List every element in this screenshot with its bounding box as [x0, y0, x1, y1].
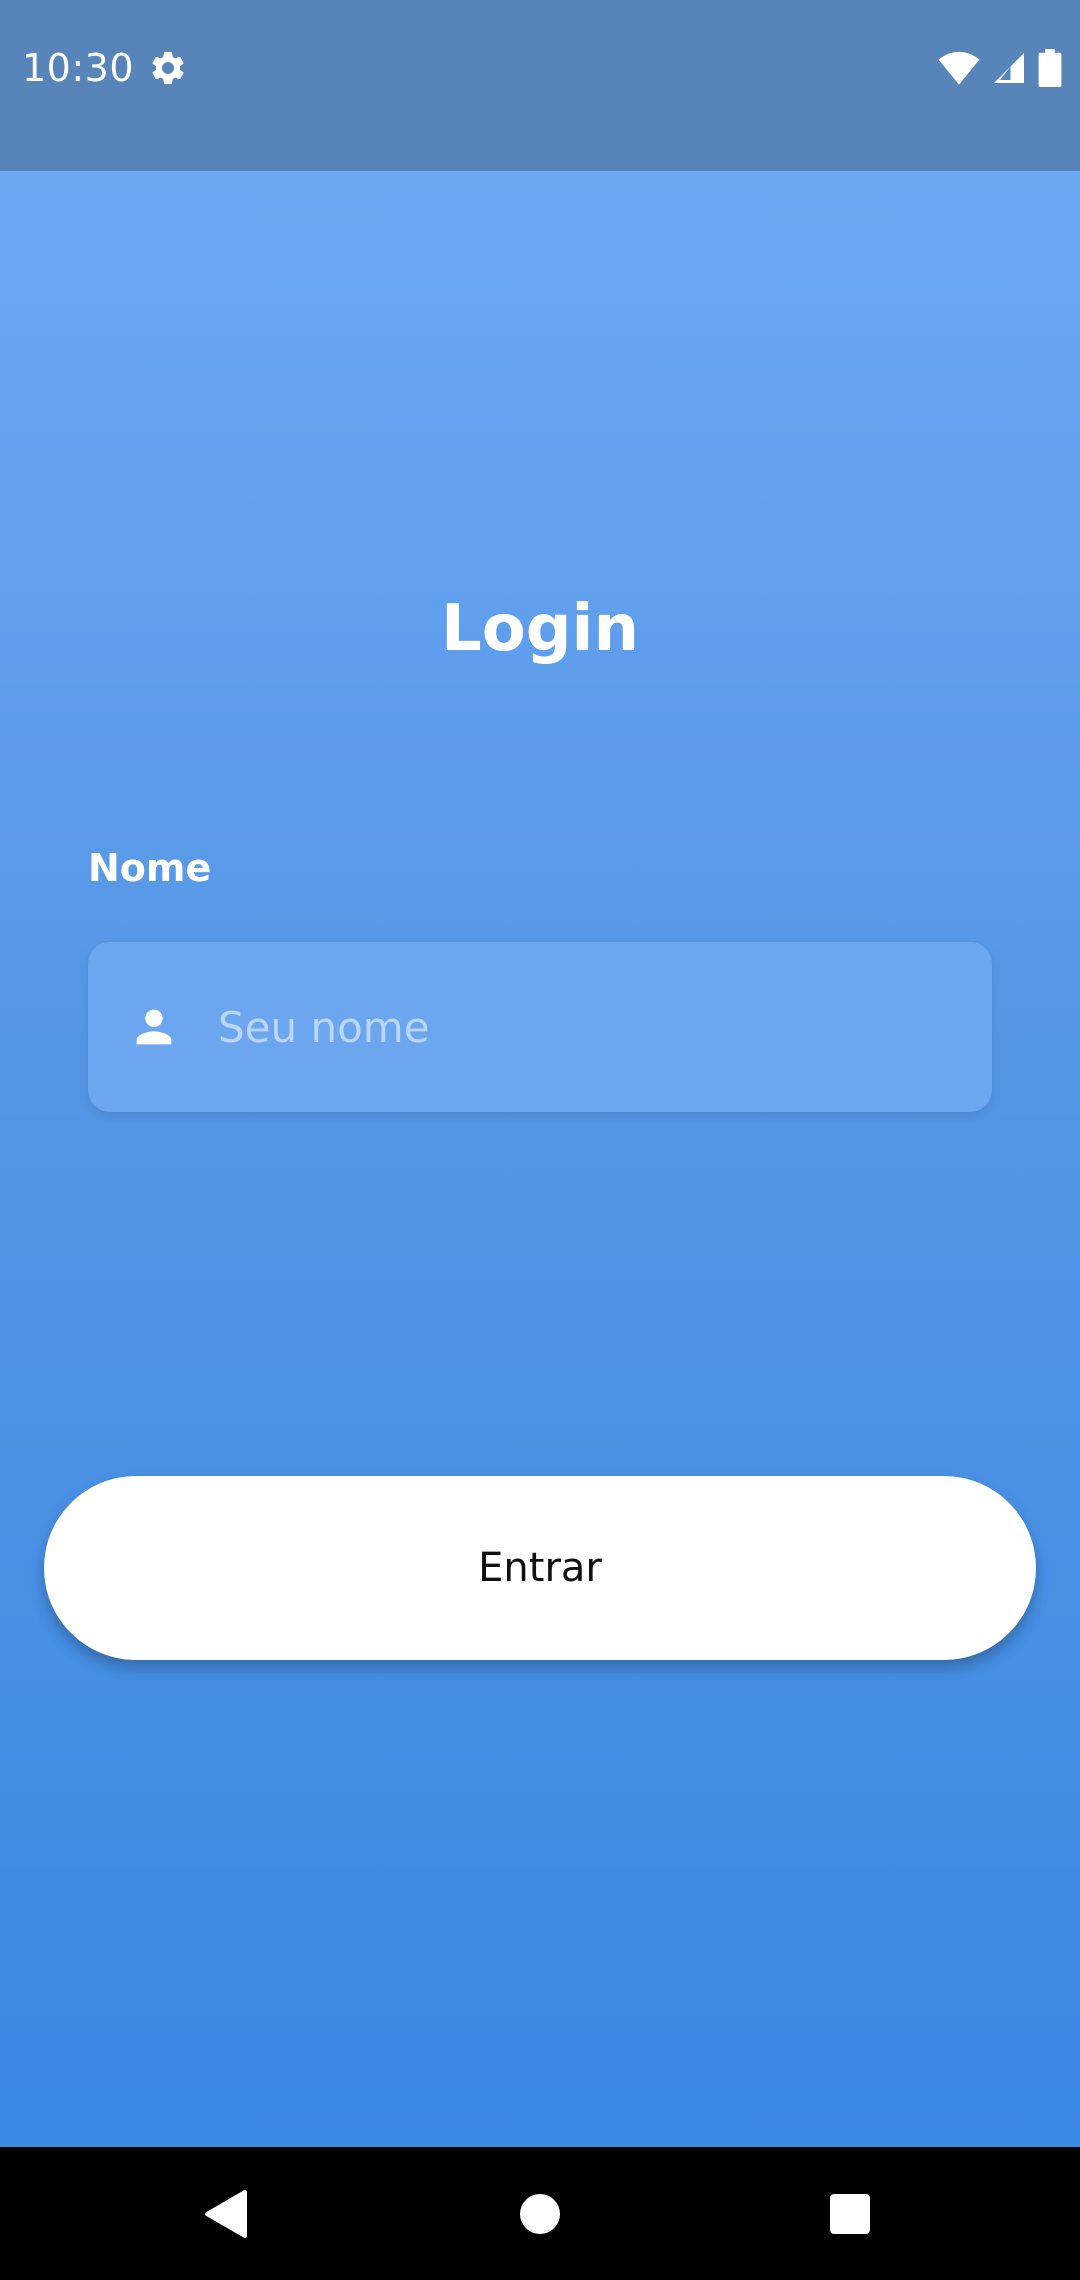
- login-content: Login Nome Entrar: [0, 171, 1080, 2147]
- name-field-label: Nome: [88, 846, 212, 890]
- name-input[interactable]: [218, 942, 958, 1112]
- recents-icon: [830, 2193, 870, 2234]
- nav-recents-button[interactable]: [780, 2147, 920, 2280]
- status-bar: 10:30: [0, 0, 1080, 171]
- name-input-container[interactable]: [88, 942, 992, 1112]
- nav-back-button[interactable]: [156, 2147, 296, 2280]
- back-icon: [205, 2189, 247, 2238]
- nav-home-button[interactable]: [470, 2147, 610, 2280]
- battery-icon: [1038, 49, 1062, 87]
- status-time: 10:30: [22, 46, 135, 90]
- settings-gear-icon: [152, 51, 184, 84]
- cellular-signal-icon: [994, 53, 1024, 83]
- login-screen: 10:30 Login Nome Entrar: [0, 0, 1080, 2280]
- navigation-bar: [0, 2147, 1080, 2280]
- person-icon: [136, 1009, 172, 1045]
- status-icons: [938, 46, 1062, 90]
- page-title: Login: [440, 592, 640, 666]
- login-button[interactable]: Entrar: [44, 1476, 1036, 1660]
- wifi-icon: [938, 51, 980, 85]
- home-icon: [520, 2193, 560, 2234]
